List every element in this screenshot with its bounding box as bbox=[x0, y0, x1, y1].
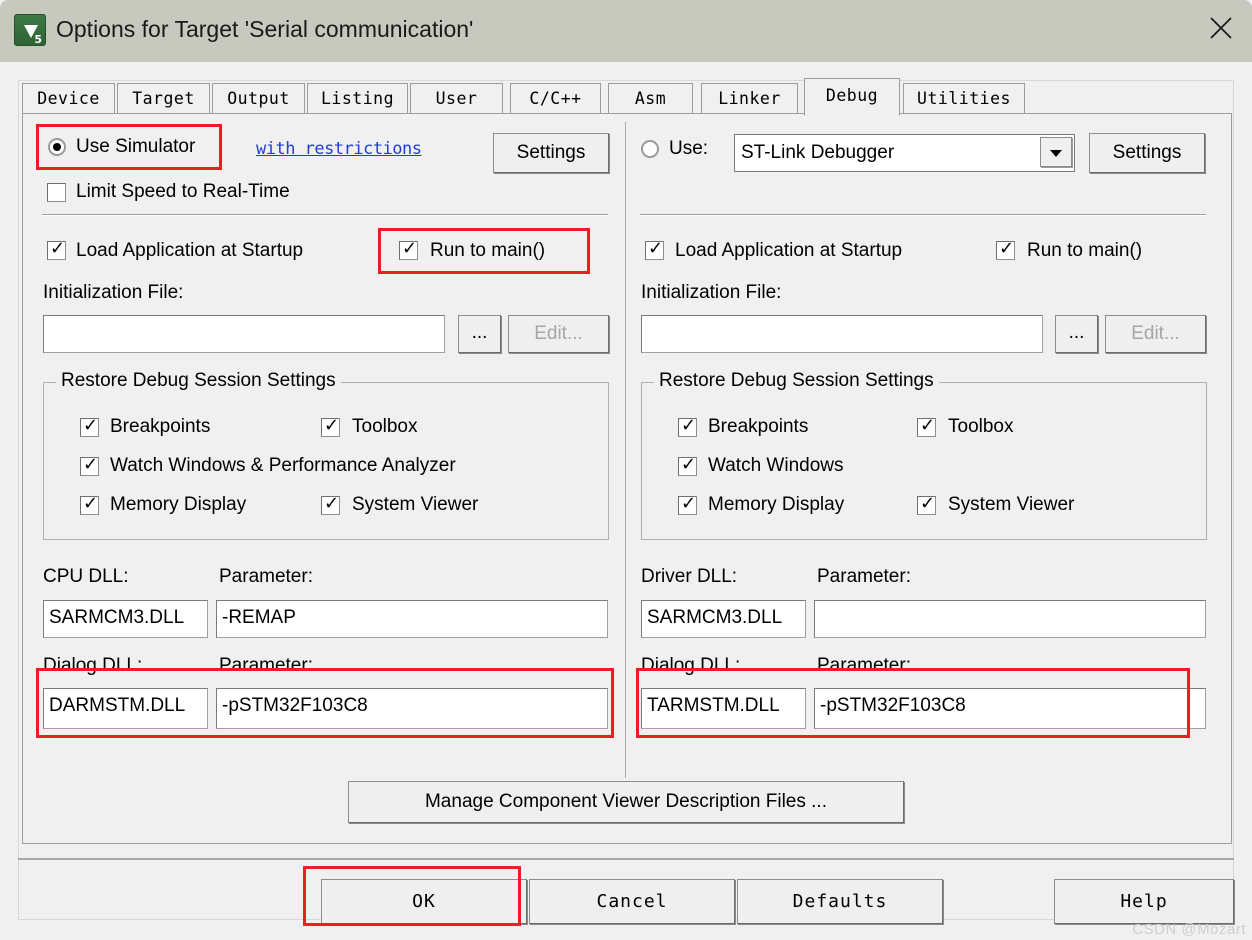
left-restore-group-title: Restore Debug Session Settings bbox=[56, 370, 341, 392]
left-dialog-dll-label: Dialog DLL: bbox=[43, 655, 143, 676]
use-simulator-radio[interactable] bbox=[48, 138, 66, 156]
right-memory-display-checkbox[interactable]: ✓ bbox=[678, 494, 697, 515]
debugger-select-value: ST-Link Debugger bbox=[741, 142, 895, 163]
left-watch-windows-label[interactable]: Watch Windows & Performance Analyzer bbox=[110, 455, 456, 477]
left-edit-button[interactable]: Edit... bbox=[508, 315, 609, 353]
right-toolbox-label[interactable]: Toolbox bbox=[948, 416, 1014, 438]
right-separator bbox=[640, 214, 1206, 216]
right-run-to-main-label[interactable]: Run to main() bbox=[1027, 240, 1142, 262]
window-title: Options for Target 'Serial communication… bbox=[56, 16, 474, 42]
tab-target[interactable]: Target bbox=[117, 83, 210, 114]
driver-dll-label: Driver DLL: bbox=[641, 566, 738, 587]
defaults-button[interactable]: Defaults bbox=[737, 879, 943, 924]
tab-utilities[interactable]: Utilities bbox=[903, 83, 1025, 114]
limit-speed-checkbox[interactable] bbox=[47, 183, 66, 202]
right-watch-windows-checkbox[interactable]: ✓ bbox=[678, 455, 697, 476]
left-dialog-param-input[interactable]: -pSTM32F103C8 bbox=[216, 688, 608, 729]
right-load-app-checkbox[interactable]: ✓ bbox=[645, 239, 664, 260]
use-debugger-label[interactable]: Use: bbox=[669, 138, 708, 160]
right-dialog-param-label: Parameter: bbox=[817, 655, 911, 676]
column-divider bbox=[625, 122, 626, 778]
right-dialog-dll-input[interactable]: TARMSTM.DLL bbox=[641, 688, 806, 729]
use-debugger-radio[interactable] bbox=[641, 140, 659, 158]
right-dialog-param-input[interactable]: -pSTM32F103C8 bbox=[814, 688, 1206, 729]
tab-output[interactable]: Output bbox=[212, 83, 305, 114]
left-system-viewer-checkbox[interactable]: ✓ bbox=[321, 494, 340, 515]
right-watch-windows-label[interactable]: Watch Windows bbox=[708, 455, 844, 477]
left-toolbox-label[interactable]: Toolbox bbox=[352, 416, 418, 438]
right-init-file-label: Initialization File: bbox=[641, 282, 782, 303]
right-system-viewer-checkbox[interactable]: ✓ bbox=[917, 494, 936, 515]
close-icon[interactable] bbox=[1190, 0, 1252, 56]
cpu-param-label: Parameter: bbox=[219, 566, 313, 587]
use-simulator-label[interactable]: Use Simulator bbox=[76, 136, 195, 158]
cancel-button[interactable]: Cancel bbox=[529, 879, 735, 924]
title-bar: 5 Options for Target 'Serial communicati… bbox=[0, 0, 1252, 62]
cpu-dll-input[interactable]: SARMCM3.DLL bbox=[43, 600, 208, 638]
right-system-viewer-label[interactable]: System Viewer bbox=[948, 494, 1074, 516]
manage-component-viewer-button[interactable]: Manage Component Viewer Description File… bbox=[348, 781, 904, 823]
left-run-to-main-label[interactable]: Run to main() bbox=[430, 240, 545, 262]
tab-strip: Device Target Output Listing User C/C++ … bbox=[22, 78, 1232, 116]
right-memory-display-label[interactable]: Memory Display bbox=[708, 494, 844, 516]
chevron-down-icon[interactable] bbox=[1040, 137, 1072, 167]
debugger-settings-button[interactable]: Settings bbox=[1089, 133, 1205, 173]
left-dialog-param-label: Parameter: bbox=[219, 655, 313, 676]
debugger-select[interactable]: ST-Link Debugger bbox=[734, 134, 1075, 172]
left-load-app-checkbox[interactable]: ✓ bbox=[47, 239, 66, 260]
tab-listing[interactable]: Listing bbox=[307, 83, 408, 114]
left-memory-display-label[interactable]: Memory Display bbox=[110, 494, 246, 516]
right-restore-group-title: Restore Debug Session Settings bbox=[654, 370, 939, 392]
right-browse-button[interactable]: ... bbox=[1055, 315, 1098, 353]
watermark: CSDN @Mozart bbox=[1132, 921, 1246, 938]
left-breakpoints-label[interactable]: Breakpoints bbox=[110, 416, 210, 438]
left-run-to-main-checkbox[interactable]: ✓ bbox=[399, 239, 418, 260]
left-separator bbox=[42, 214, 608, 216]
right-load-app-label[interactable]: Load Application at Startup bbox=[675, 240, 902, 262]
with-restrictions-link[interactable]: with restrictions bbox=[256, 139, 422, 159]
tab-linker[interactable]: Linker bbox=[701, 83, 798, 114]
tab-user[interactable]: User bbox=[410, 83, 503, 114]
limit-speed-label[interactable]: Limit Speed to Real-Time bbox=[76, 181, 290, 203]
left-init-file-input[interactable] bbox=[43, 315, 445, 353]
driver-param-label: Parameter: bbox=[817, 566, 911, 587]
keil-uvision5-icon: 5 bbox=[14, 14, 46, 46]
right-toolbox-checkbox[interactable]: ✓ bbox=[917, 416, 936, 437]
right-dialog-dll-label: Dialog DLL: bbox=[641, 655, 741, 676]
ok-button[interactable]: OK bbox=[321, 879, 527, 924]
cpu-dll-label: CPU DLL: bbox=[43, 566, 129, 587]
tab-asm[interactable]: Asm bbox=[608, 83, 693, 114]
simulator-settings-button[interactable]: Settings bbox=[493, 133, 609, 173]
left-init-file-label: Initialization File: bbox=[43, 282, 184, 303]
left-memory-display-checkbox[interactable]: ✓ bbox=[80, 494, 99, 515]
driver-param-input[interactable] bbox=[814, 600, 1206, 638]
left-watch-windows-checkbox[interactable]: ✓ bbox=[80, 455, 99, 476]
footer-separator bbox=[18, 858, 1234, 860]
left-breakpoints-checkbox[interactable]: ✓ bbox=[80, 416, 99, 437]
cpu-param-input[interactable]: -REMAP bbox=[216, 600, 608, 638]
right-breakpoints-label[interactable]: Breakpoints bbox=[708, 416, 808, 438]
tab-debug[interactable]: Debug bbox=[804, 78, 900, 116]
left-system-viewer-label[interactable]: System Viewer bbox=[352, 494, 478, 516]
left-load-app-label[interactable]: Load Application at Startup bbox=[76, 240, 303, 262]
options-dialog-window: 5 Options for Target 'Serial communicati… bbox=[0, 0, 1252, 940]
left-browse-button[interactable]: ... bbox=[458, 315, 501, 353]
right-breakpoints-checkbox[interactable]: ✓ bbox=[678, 416, 697, 437]
driver-dll-input[interactable]: SARMCM3.DLL bbox=[641, 600, 806, 638]
tab-device[interactable]: Device bbox=[22, 83, 115, 114]
right-edit-button[interactable]: Edit... bbox=[1105, 315, 1206, 353]
help-button[interactable]: Help bbox=[1054, 879, 1234, 924]
tab-cpp[interactable]: C/C++ bbox=[510, 83, 601, 114]
left-toolbox-checkbox[interactable]: ✓ bbox=[321, 416, 340, 437]
right-run-to-main-checkbox[interactable]: ✓ bbox=[996, 239, 1015, 260]
right-init-file-input[interactable] bbox=[641, 315, 1043, 353]
left-dialog-dll-input[interactable]: DARMSTM.DLL bbox=[43, 688, 208, 729]
